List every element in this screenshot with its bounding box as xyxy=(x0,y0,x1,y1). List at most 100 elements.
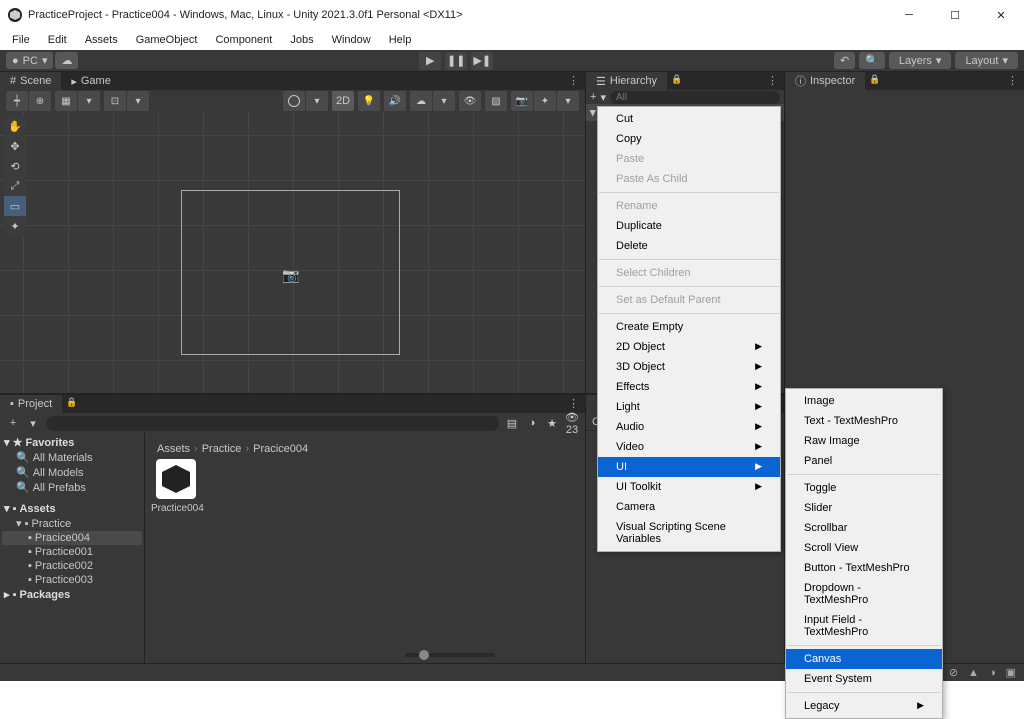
menu-assets[interactable]: Assets xyxy=(77,32,126,48)
lighting-toggle[interactable]: 💡 xyxy=(358,91,380,111)
menu-item[interactable]: Visual Scripting Scene Variables xyxy=(598,517,780,549)
menu-file[interactable]: File xyxy=(4,32,38,48)
rotate-tool[interactable]: ⟲ xyxy=(4,156,26,176)
status-icon[interactable]: ⊘ xyxy=(949,666,958,679)
asset-thumb[interactable]: Practice004 xyxy=(151,459,201,514)
menu-item[interactable]: Canvas xyxy=(786,649,942,669)
crumb[interactable]: Assets xyxy=(157,443,190,455)
menu-item[interactable]: Camera xyxy=(598,497,780,517)
move-tool[interactable]: ✥ xyxy=(4,136,26,156)
menu-item[interactable]: Panel xyxy=(786,451,942,471)
menu-item[interactable]: Image xyxy=(786,391,942,411)
status-icon[interactable]: ▲ xyxy=(968,667,979,679)
menu-item[interactable]: 3D Object▶ xyxy=(598,357,780,377)
menu-item[interactable]: Scrollbar xyxy=(786,518,942,538)
tool-local-button[interactable]: ⊕ xyxy=(29,91,51,111)
folder-item[interactable]: ▪ Practice001 xyxy=(2,545,142,559)
lock-icon[interactable]: 🔒 xyxy=(865,72,884,90)
save-search-icon[interactable]: ★ xyxy=(545,417,559,430)
menu-item[interactable]: Toggle xyxy=(786,478,942,498)
menu-item[interactable]: Scroll View xyxy=(786,538,942,558)
play-button[interactable]: ▶ xyxy=(419,52,441,70)
menu-item[interactable]: UI▶ xyxy=(598,457,780,477)
menu-edit[interactable]: Edit xyxy=(40,32,75,48)
tab-inspector[interactable]: ⓘInspector xyxy=(785,72,865,90)
folder-item[interactable]: ▪ Practice003 xyxy=(2,573,142,587)
maximize-button[interactable]: ☐ xyxy=(932,0,978,30)
menu-jobs[interactable]: Jobs xyxy=(282,32,321,48)
hierarchy-search-input[interactable] xyxy=(610,91,780,104)
menu-component[interactable]: Component xyxy=(207,32,280,48)
project-grid[interactable]: Assets› Practice› Pracice004 Practice004 xyxy=(145,433,585,663)
tool-pivot-button[interactable]: ┿ xyxy=(6,91,28,111)
cloud-button[interactable]: ☁ xyxy=(55,52,78,69)
menu-item[interactable]: Duplicate xyxy=(598,216,780,236)
snap-increment-button[interactable]: ⊡ xyxy=(104,91,126,111)
assets-header[interactable]: ▾ ▪ Assets xyxy=(2,501,142,516)
camera-gizmo-icon[interactable]: 📷 xyxy=(282,267,299,284)
snap-settings-button[interactable]: ▾ xyxy=(127,91,149,111)
tab-project[interactable]: ▪Project xyxy=(0,395,62,413)
fx-toggle[interactable]: ☁ xyxy=(410,91,432,111)
tab-scene[interactable]: #Scene xyxy=(0,72,61,90)
menu-help[interactable]: Help xyxy=(381,32,420,48)
fx-dropdown[interactable]: ▾ xyxy=(433,91,455,111)
menu-item[interactable]: UI Toolkit▶ xyxy=(598,477,780,497)
menu-item[interactable]: Input Field - TextMeshPro xyxy=(786,610,942,642)
folder-item[interactable]: ▾ ▪ Practice xyxy=(2,516,142,531)
menu-item[interactable]: Video▶ xyxy=(598,437,780,457)
step-button[interactable]: ▶❚ xyxy=(471,52,493,70)
gizmo-dropdown[interactable]: ▾ xyxy=(557,91,579,111)
pane-menu-icon[interactable]: ⋮ xyxy=(761,72,784,90)
menu-item[interactable]: Slider xyxy=(786,498,942,518)
tab-hierarchy[interactable]: ☰Hierarchy xyxy=(586,72,667,90)
grid-toggle[interactable]: ▦ xyxy=(55,91,77,111)
draw-mode-button[interactable] xyxy=(283,91,305,111)
rect-tool[interactable]: ▭ xyxy=(4,196,26,216)
menu-item[interactable]: Legacy▶ xyxy=(786,696,942,716)
crumb[interactable]: Pracice004 xyxy=(253,443,308,455)
menu-item[interactable]: Light▶ xyxy=(598,397,780,417)
layers-toggle[interactable]: ▨ xyxy=(485,91,507,111)
dropdown-icon[interactable]: ▾ xyxy=(26,417,40,430)
status-icon[interactable]: ◑ xyxy=(989,667,996,679)
menu-item[interactable]: 2D Object▶ xyxy=(598,337,780,357)
folder-item[interactable]: ▪ Practice002 xyxy=(2,559,142,573)
folder-item[interactable]: ▪ Pracice004 xyxy=(2,531,142,545)
tab-game[interactable]: ▸Game xyxy=(61,72,121,90)
hidden-count[interactable]: 👁23 xyxy=(565,411,579,436)
undo-history-button[interactable]: ↶ xyxy=(834,52,855,69)
mode-2d-button[interactable]: 2D xyxy=(332,91,354,111)
menu-item[interactable]: Cut xyxy=(598,109,780,129)
status-icon[interactable]: ▣ xyxy=(1006,666,1016,679)
camera-button[interactable]: 📷 xyxy=(511,91,533,111)
menu-item[interactable]: Dropdown - TextMeshPro xyxy=(786,578,942,610)
layers-dropdown[interactable]: Layers▾ xyxy=(889,52,952,69)
menu-window[interactable]: Window xyxy=(324,32,379,48)
crumb[interactable]: Practice xyxy=(202,443,242,455)
filter-type-icon[interactable]: ▤ xyxy=(505,417,519,430)
menu-item[interactable]: Delete xyxy=(598,236,780,256)
add-asset-button[interactable]: + xyxy=(6,417,20,429)
menu-item[interactable]: Create Empty xyxy=(598,317,780,337)
fav-item[interactable]: 🔍 All Materials xyxy=(2,450,142,465)
gizmo-button[interactable]: ✦ xyxy=(534,91,556,111)
draw-mode-dropdown[interactable]: ▾ xyxy=(306,91,328,111)
pane-menu-icon[interactable]: ⋮ xyxy=(562,72,585,90)
lock-icon[interactable]: 🔒 xyxy=(62,395,81,413)
fav-item[interactable]: 🔍 All Prefabs xyxy=(2,480,142,495)
hidden-toggle[interactable]: 👁 xyxy=(459,91,481,111)
menu-item[interactable]: Audio▶ xyxy=(598,417,780,437)
menu-gameobject[interactable]: GameObject xyxy=(128,32,206,48)
minimize-button[interactable]: ─ xyxy=(886,0,932,30)
hand-tool[interactable]: ✋ xyxy=(4,116,26,136)
project-search-input[interactable] xyxy=(46,416,499,431)
menu-item[interactable]: Text - TextMeshPro xyxy=(786,411,942,431)
menu-item[interactable]: Event System xyxy=(786,669,942,689)
scale-tool[interactable]: ⤢ xyxy=(4,176,26,196)
thumb-size-slider[interactable] xyxy=(405,653,495,657)
search-button[interactable]: 🔍 xyxy=(859,52,885,69)
menu-item[interactable]: Raw Image xyxy=(786,431,942,451)
favorites-header[interactable]: ▾ ★ Favorites xyxy=(2,435,142,450)
create-button[interactable]: + xyxy=(590,91,596,103)
